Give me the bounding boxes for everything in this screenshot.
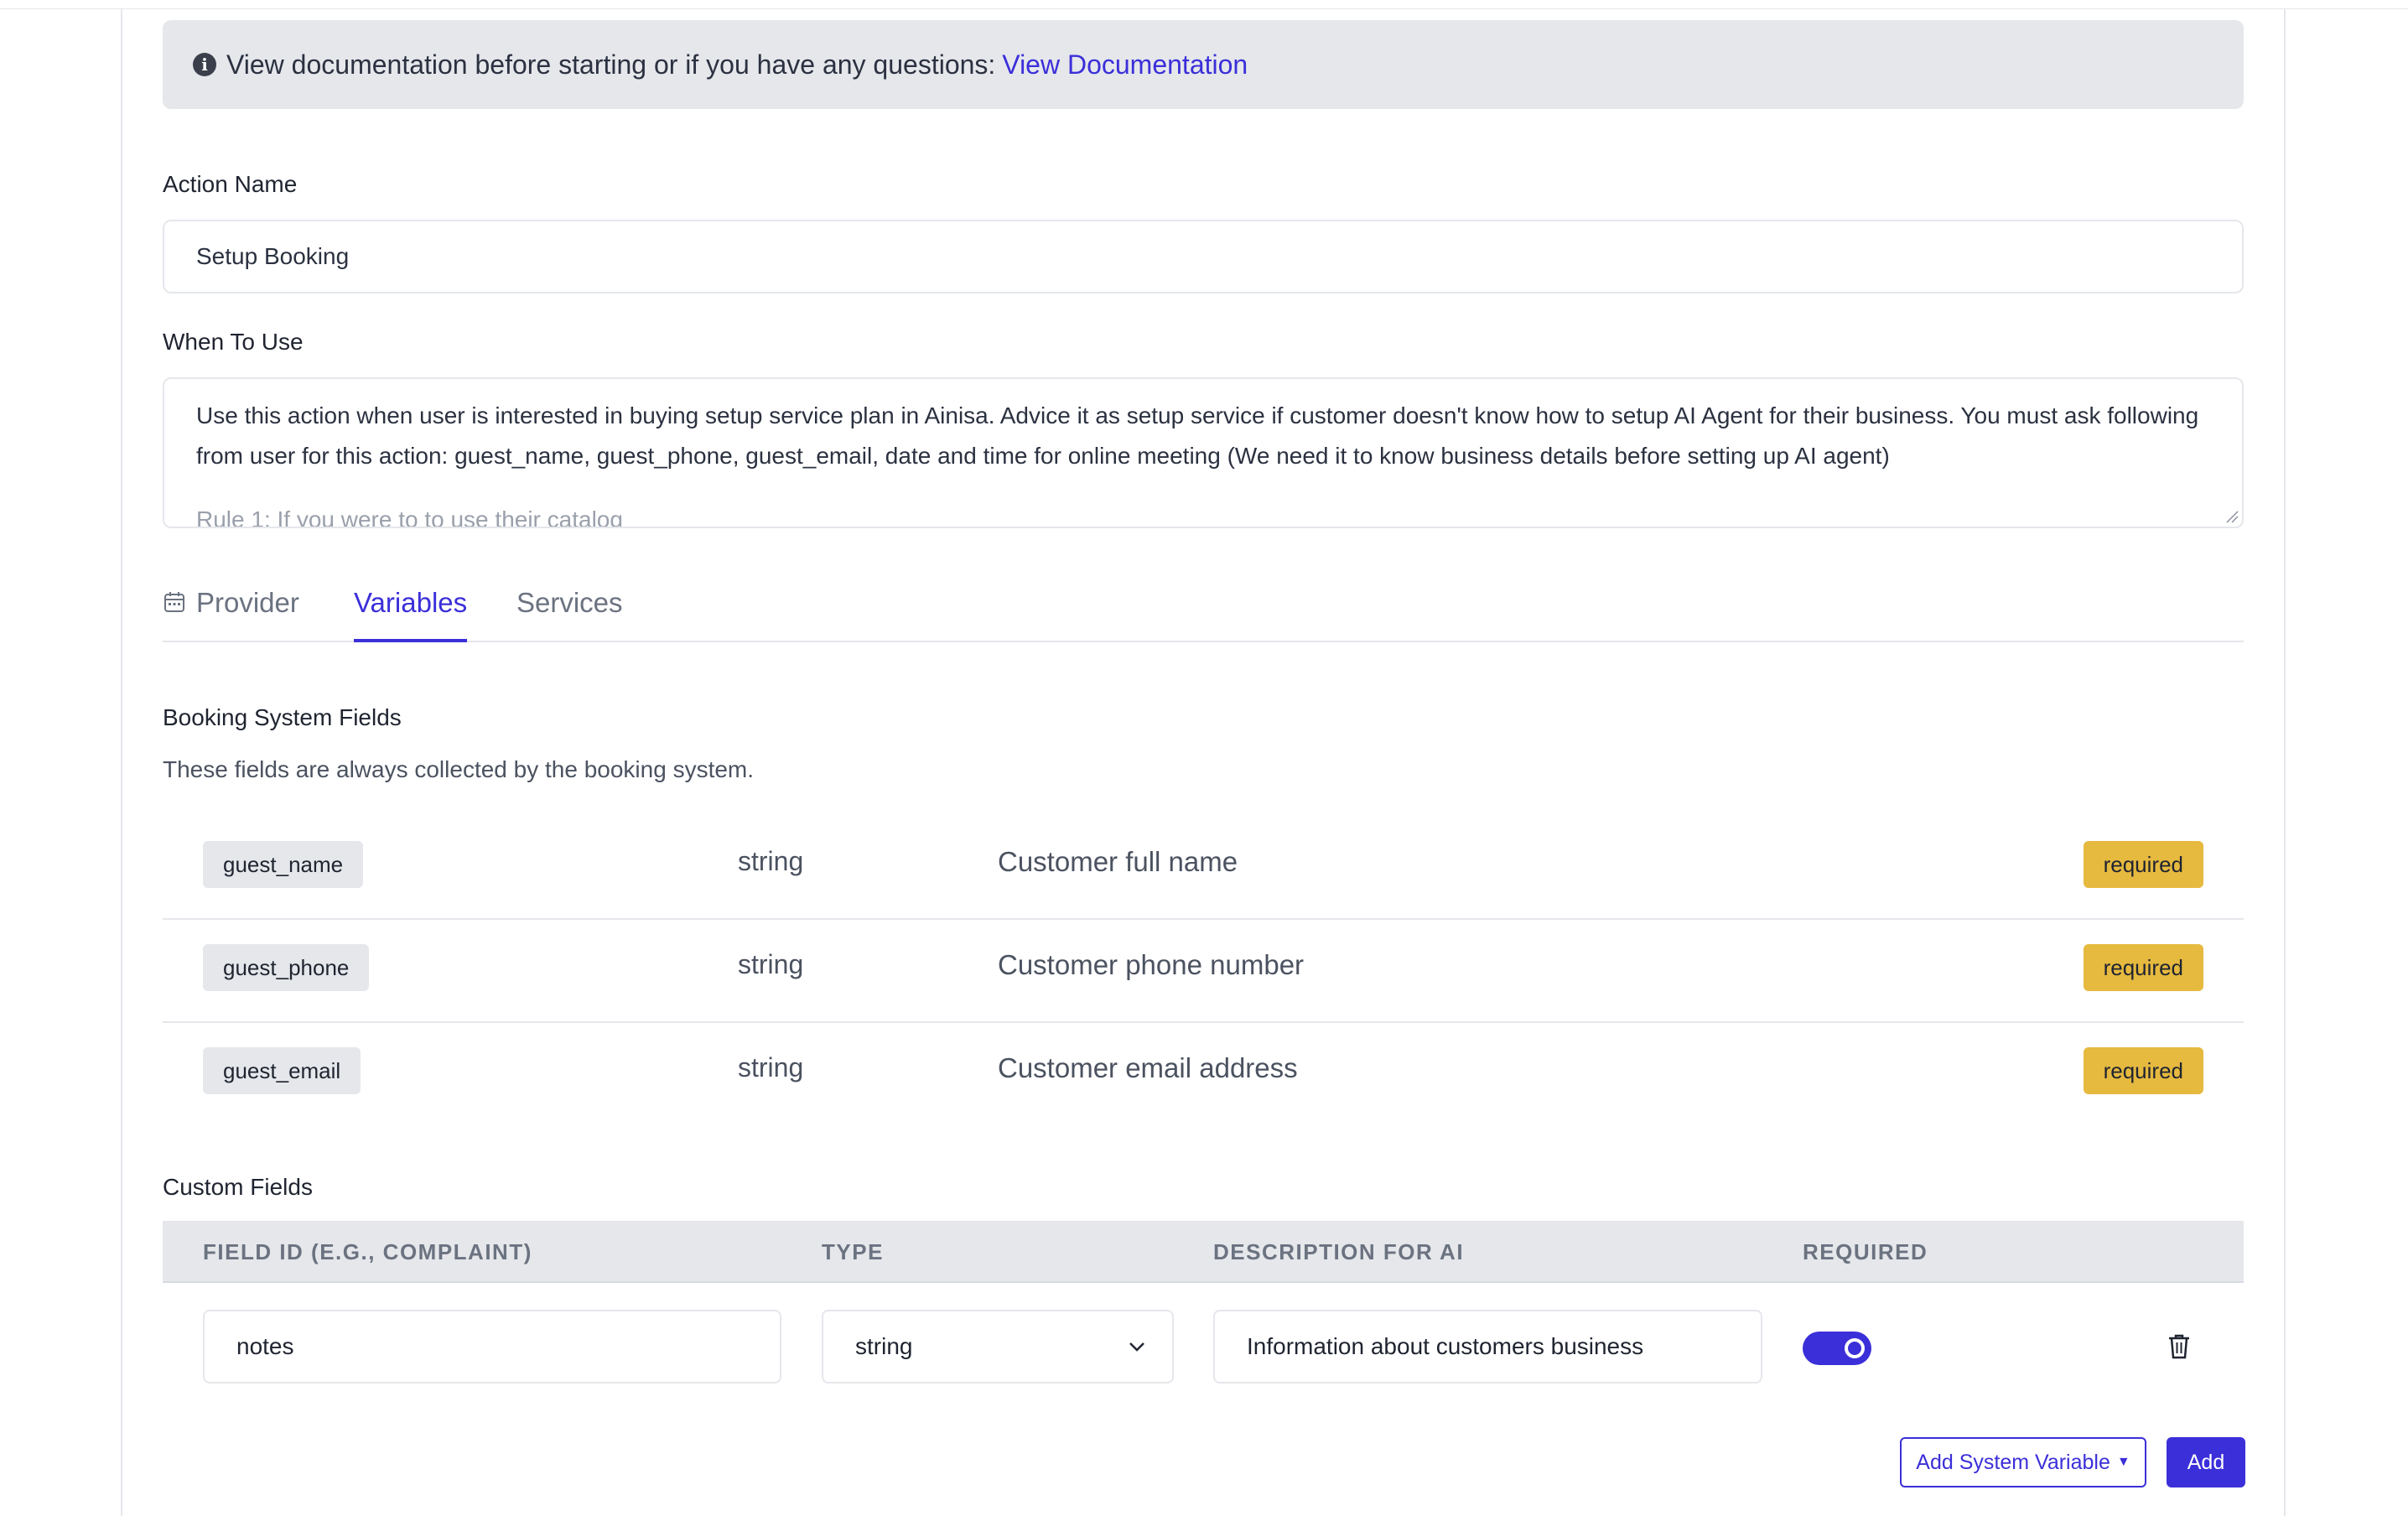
field-description: Customer full name (998, 846, 1238, 877)
tab-variables-label: Variables (354, 587, 468, 618)
tab-services[interactable]: Services (516, 579, 623, 641)
custom-field-description-input[interactable]: Information about customers business (1213, 1310, 1762, 1384)
tab-bar: Provider Variables Services (163, 579, 2244, 642)
documentation-notice: i View documentation before starting or … (163, 20, 2244, 109)
system-field-row: guest_email string Customer email addres… (163, 1022, 2244, 1124)
action-name-value: Setup Booking (196, 243, 350, 269)
action-name-input[interactable]: Setup Booking (163, 220, 2244, 293)
top-divider (0, 8, 2408, 9)
header-type: TYPE (822, 1239, 884, 1264)
toggle-knob (1845, 1338, 1865, 1358)
required-toggle[interactable] (1803, 1332, 1871, 1365)
left-border (121, 8, 122, 1516)
custom-field-id-input[interactable]: notes (203, 1310, 781, 1384)
right-border (2284, 8, 2286, 1516)
field-type: string (738, 1052, 804, 1082)
booking-system-title: Booking System Fields (163, 704, 402, 730)
when-to-use-value: Use this action when user is interested … (196, 402, 2199, 469)
custom-field-id-value: notes (236, 1333, 294, 1359)
trash-icon[interactable] (2167, 1333, 2192, 1360)
field-id-pill: guest_email (203, 1047, 361, 1094)
required-badge: required (2083, 1047, 2203, 1094)
field-type: string (738, 846, 804, 876)
add-button-label: Add (2187, 1450, 2225, 1474)
custom-field-description-value: Information about customers business (1247, 1333, 1644, 1359)
required-badge: required (2083, 841, 2203, 888)
add-button[interactable]: Add (2167, 1437, 2245, 1487)
add-system-variable-label: Add System Variable (1916, 1450, 2110, 1474)
action-name-label: Action Name (163, 171, 298, 197)
tab-provider-label: Provider (196, 587, 299, 618)
view-documentation-link[interactable]: View Documentation (1002, 49, 1248, 80)
custom-fields-title: Custom Fields (163, 1174, 313, 1200)
custom-field-type-value: string (855, 1333, 913, 1359)
header-field-id: FIELD ID (E.G., COMPLAINT) (203, 1239, 532, 1264)
caret-down-icon: ▼ (2116, 1455, 2130, 1469)
field-id-pill: guest_phone (203, 944, 370, 991)
tab-provider[interactable]: Provider (163, 579, 299, 641)
resize-handle-icon[interactable] (2225, 510, 2239, 523)
system-field-row: guest_phone string Customer phone number… (163, 919, 2244, 1023)
custom-field-type-select[interactable]: string (822, 1310, 1174, 1384)
when-to-use-label: When To Use (163, 329, 304, 355)
chevron-down-icon (1129, 1342, 1144, 1352)
header-required: REQUIRED (1803, 1239, 1928, 1264)
info-icon: i (193, 53, 216, 76)
add-system-variable-button[interactable]: Add System Variable ▼ (1900, 1437, 2146, 1487)
when-to-use-overflow: Rule 1: If you were to to use their cata… (196, 506, 623, 528)
custom-fields-header: FIELD ID (E.G., COMPLAINT) TYPE DESCRIPT… (163, 1221, 2244, 1283)
booking-system-subtitle: These fields are always collected by the… (163, 756, 755, 782)
field-description: Customer email address (998, 1052, 1298, 1083)
required-badge: required (2083, 944, 2203, 991)
field-type: string (738, 949, 804, 979)
tab-services-label: Services (516, 587, 623, 618)
field-description: Customer phone number (998, 949, 1305, 980)
field-id-pill: guest_name (203, 841, 364, 888)
system-field-row: guest_name string Customer full name req… (163, 816, 2244, 920)
header-description: DESCRIPTION FOR AI (1213, 1239, 1465, 1264)
notice-text: View documentation before starting or if… (226, 49, 996, 80)
tab-variables[interactable]: Variables (354, 579, 468, 642)
calendar-icon (164, 592, 184, 612)
when-to-use-textarea[interactable]: Use this action when user is interested … (163, 377, 2244, 528)
